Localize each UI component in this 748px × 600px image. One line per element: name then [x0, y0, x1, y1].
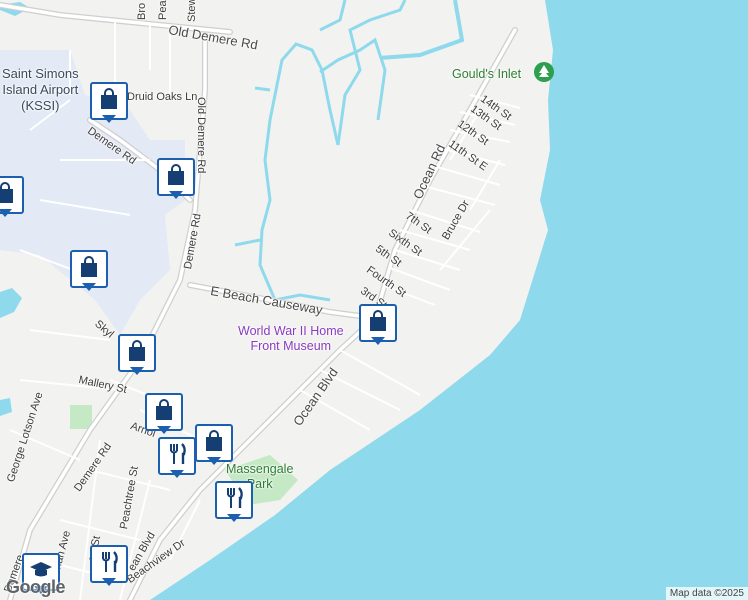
google-logo[interactable]: Google	[6, 577, 66, 598]
shopping-bag-icon	[97, 87, 121, 116]
restaurant-pin-bottom[interactable]	[90, 545, 128, 587]
shopping-bag-icon	[152, 398, 176, 427]
shopping-bag-icon	[125, 339, 149, 368]
shopping-pin-museum[interactable]	[359, 304, 397, 346]
demere-rd-top-label: Old Demere Rd	[195, 97, 207, 174]
map-canvas[interactable]: Saint Simons Island Airport (KSSI) Old D…	[0, 0, 748, 600]
shopping-pin-arnold[interactable]	[145, 393, 183, 435]
shopping-bag-icon	[366, 309, 390, 338]
shopping-pin-airport[interactable]	[90, 82, 128, 124]
shopping-bag-icon	[164, 163, 188, 192]
peac-label: Pea	[157, 0, 169, 20]
stew-label: Stew	[186, 0, 198, 22]
shopping-pin-cluster[interactable]	[195, 424, 233, 466]
restaurant-pin-cluster[interactable]	[158, 437, 196, 479]
fork-knife-icon	[97, 550, 121, 579]
broc-label: Bro	[136, 2, 148, 20]
fork-knife-icon	[165, 442, 189, 471]
shopping-pin-left[interactable]	[0, 176, 24, 218]
shopping-bag-icon	[0, 181, 17, 210]
shopping-pin-mallery[interactable]	[118, 334, 156, 376]
shopping-pin-skyline[interactable]	[70, 250, 108, 292]
restaurant-pin-massengale[interactable]	[215, 481, 253, 523]
goulds-inlet-label: Gould's Inlet	[452, 67, 522, 81]
airport-label: Saint Simons Island Airport (KSSI)	[2, 66, 79, 113]
shopping-bag-icon	[77, 255, 101, 284]
shopping-pin-demere[interactable]	[157, 158, 195, 200]
green-area	[70, 405, 92, 429]
museum-label[interactable]: World War II Home Front Museum	[238, 324, 344, 354]
map-attribution[interactable]: Map data ©2025	[665, 587, 748, 600]
shopping-bag-icon	[202, 429, 226, 458]
druid-oaks-ln-label: Druid Oaks Ln	[127, 91, 198, 103]
fork-knife-icon	[222, 486, 246, 515]
park-icon	[534, 62, 554, 82]
